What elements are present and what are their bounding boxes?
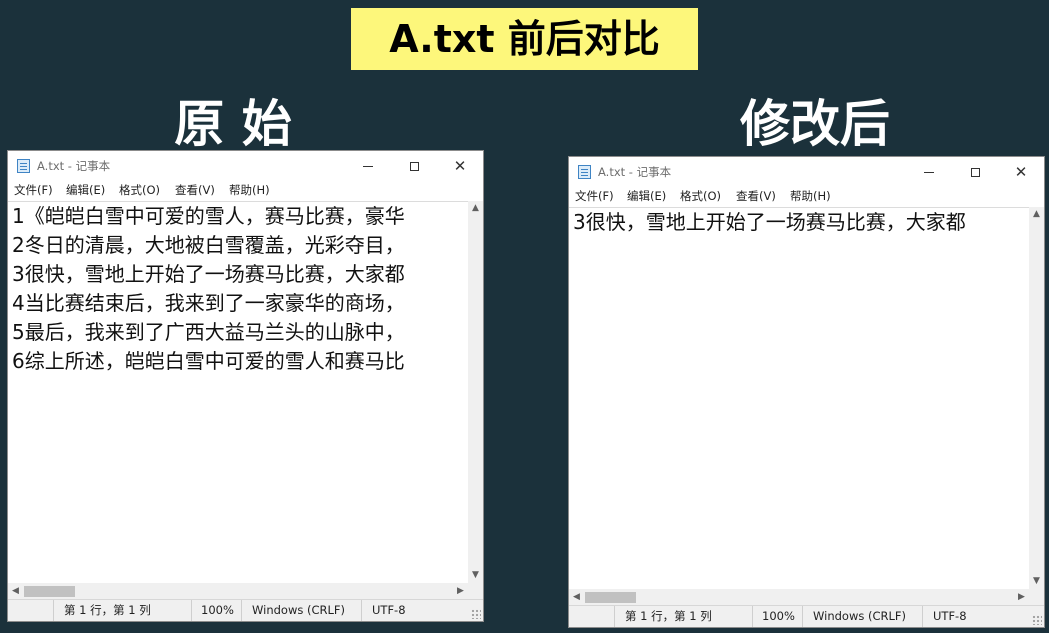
minimize-icon — [363, 165, 373, 167]
horizontal-scrollbar[interactable]: ◀ ▶ — [569, 589, 1029, 606]
horizontal-scroll-thumb[interactable] — [24, 586, 75, 597]
menu-format[interactable]: 格式(O) — [119, 181, 160, 200]
close-icon: ✕ — [1014, 163, 1028, 181]
encoding: UTF-8 — [361, 600, 471, 621]
text-editor[interactable]: 1《皑皑白雪中可爱的雪人，赛马比赛，豪华 2冬日的清晨，大地被白雪覆盖，光彩夺目… — [8, 201, 468, 583]
text-line: 3很快，雪地上开始了一场赛马比赛，大家都 — [12, 262, 405, 286]
menu-help[interactable]: 帮助(H) — [790, 187, 831, 206]
text-line: 1《皑皑白雪中可爱的雪人，赛马比赛，豪华 — [12, 204, 405, 228]
scroll-down-icon[interactable]: ▼ — [1029, 574, 1044, 589]
menu-bar: 文件(F) 编辑(E) 格式(O) 查看(V) 帮助(H) — [8, 181, 483, 200]
original-label: 原 始 — [174, 95, 292, 153]
window-title: A.txt - 记事本 — [598, 165, 672, 179]
menu-file[interactable]: 文件(F) — [575, 187, 614, 206]
horizontal-scrollbar[interactable]: ◀ ▶ — [8, 583, 468, 600]
window-title: A.txt - 记事本 — [37, 159, 111, 173]
menu-bar: 文件(F) 编辑(E) 格式(O) 查看(V) 帮助(H) — [569, 187, 1044, 206]
minimize-button[interactable] — [345, 151, 391, 181]
notepad-window-original: A.txt - 记事本 ✕ 文件(F) 编辑(E) 格式(O) 查看(V) 帮助… — [7, 150, 484, 622]
line-ending: Windows (CRLF) — [802, 606, 922, 627]
scroll-left-icon[interactable]: ◀ — [8, 583, 23, 600]
title-bar[interactable]: A.txt - 记事本 ✕ — [8, 151, 483, 181]
modified-label: 修改后 — [740, 95, 890, 153]
notepad-window-modified: A.txt - 记事本 ✕ 文件(F) 编辑(E) 格式(O) 查看(V) 帮助… — [568, 156, 1045, 628]
status-bar: 第 1 行，第 1 列 100% Windows (CRLF) UTF-8 — [569, 605, 1044, 627]
zoom-level: 100% — [752, 606, 802, 627]
text-line: 5最后，我来到了广西大益马兰头的山脉中， — [12, 320, 405, 344]
text-line: 3很快，雪地上开始了一场赛马比赛，大家都 — [573, 210, 966, 234]
minimize-button[interactable] — [906, 157, 952, 187]
scroll-up-icon[interactable]: ▲ — [468, 201, 483, 216]
menu-format[interactable]: 格式(O) — [680, 187, 721, 206]
scrollbar-corner — [1029, 589, 1044, 606]
scroll-left-icon[interactable]: ◀ — [569, 589, 584, 606]
scroll-down-icon[interactable]: ▼ — [468, 568, 483, 583]
comparison-banner: A.txt 前后对比 — [351, 8, 698, 70]
text-editor[interactable]: 3很快，雪地上开始了一场赛马比赛，大家都 — [569, 207, 1029, 589]
menu-view[interactable]: 查看(V) — [175, 181, 215, 200]
cursor-position: 第 1 行，第 1 列 — [614, 606, 752, 627]
maximize-icon — [970, 167, 980, 177]
close-button[interactable]: ✕ — [998, 157, 1044, 187]
notepad-icon — [17, 159, 30, 173]
menu-edit[interactable]: 编辑(E) — [66, 181, 105, 200]
text-line: 6综上所述，皑皑白雪中可爱的雪人和赛马比 — [12, 349, 405, 373]
vertical-scrollbar[interactable]: ▲ ▼ — [1029, 207, 1044, 589]
maximize-button[interactable] — [952, 157, 998, 187]
horizontal-scroll-thumb[interactable] — [585, 592, 636, 603]
scroll-up-icon[interactable]: ▲ — [1029, 207, 1044, 222]
scrollbar-corner — [468, 583, 483, 600]
minimize-icon — [924, 171, 934, 173]
cursor-position: 第 1 行，第 1 列 — [53, 600, 191, 621]
maximize-icon — [409, 161, 419, 171]
menu-help[interactable]: 帮助(H) — [229, 181, 270, 200]
resize-grip-icon[interactable] — [471, 609, 481, 619]
menu-file[interactable]: 文件(F) — [14, 181, 53, 200]
maximize-button[interactable] — [391, 151, 437, 181]
text-line: 2冬日的清晨，大地被白雪覆盖，光彩夺目， — [12, 233, 405, 257]
line-ending: Windows (CRLF) — [241, 600, 361, 621]
close-icon: ✕ — [453, 157, 467, 175]
close-button[interactable]: ✕ — [437, 151, 483, 181]
title-bar[interactable]: A.txt - 记事本 ✕ — [569, 157, 1044, 187]
encoding: UTF-8 — [922, 606, 1032, 627]
vertical-scrollbar[interactable]: ▲ ▼ — [468, 201, 483, 583]
menu-edit[interactable]: 编辑(E) — [627, 187, 666, 206]
zoom-level: 100% — [191, 600, 241, 621]
notepad-icon — [578, 165, 591, 179]
menu-view[interactable]: 查看(V) — [736, 187, 776, 206]
scroll-right-icon[interactable]: ▶ — [1014, 589, 1029, 606]
scroll-right-icon[interactable]: ▶ — [453, 583, 468, 600]
resize-grip-icon[interactable] — [1032, 615, 1042, 625]
text-line: 4当比赛结束后，我来到了一家豪华的商场， — [12, 291, 405, 315]
status-bar: 第 1 行，第 1 列 100% Windows (CRLF) UTF-8 — [8, 599, 483, 621]
